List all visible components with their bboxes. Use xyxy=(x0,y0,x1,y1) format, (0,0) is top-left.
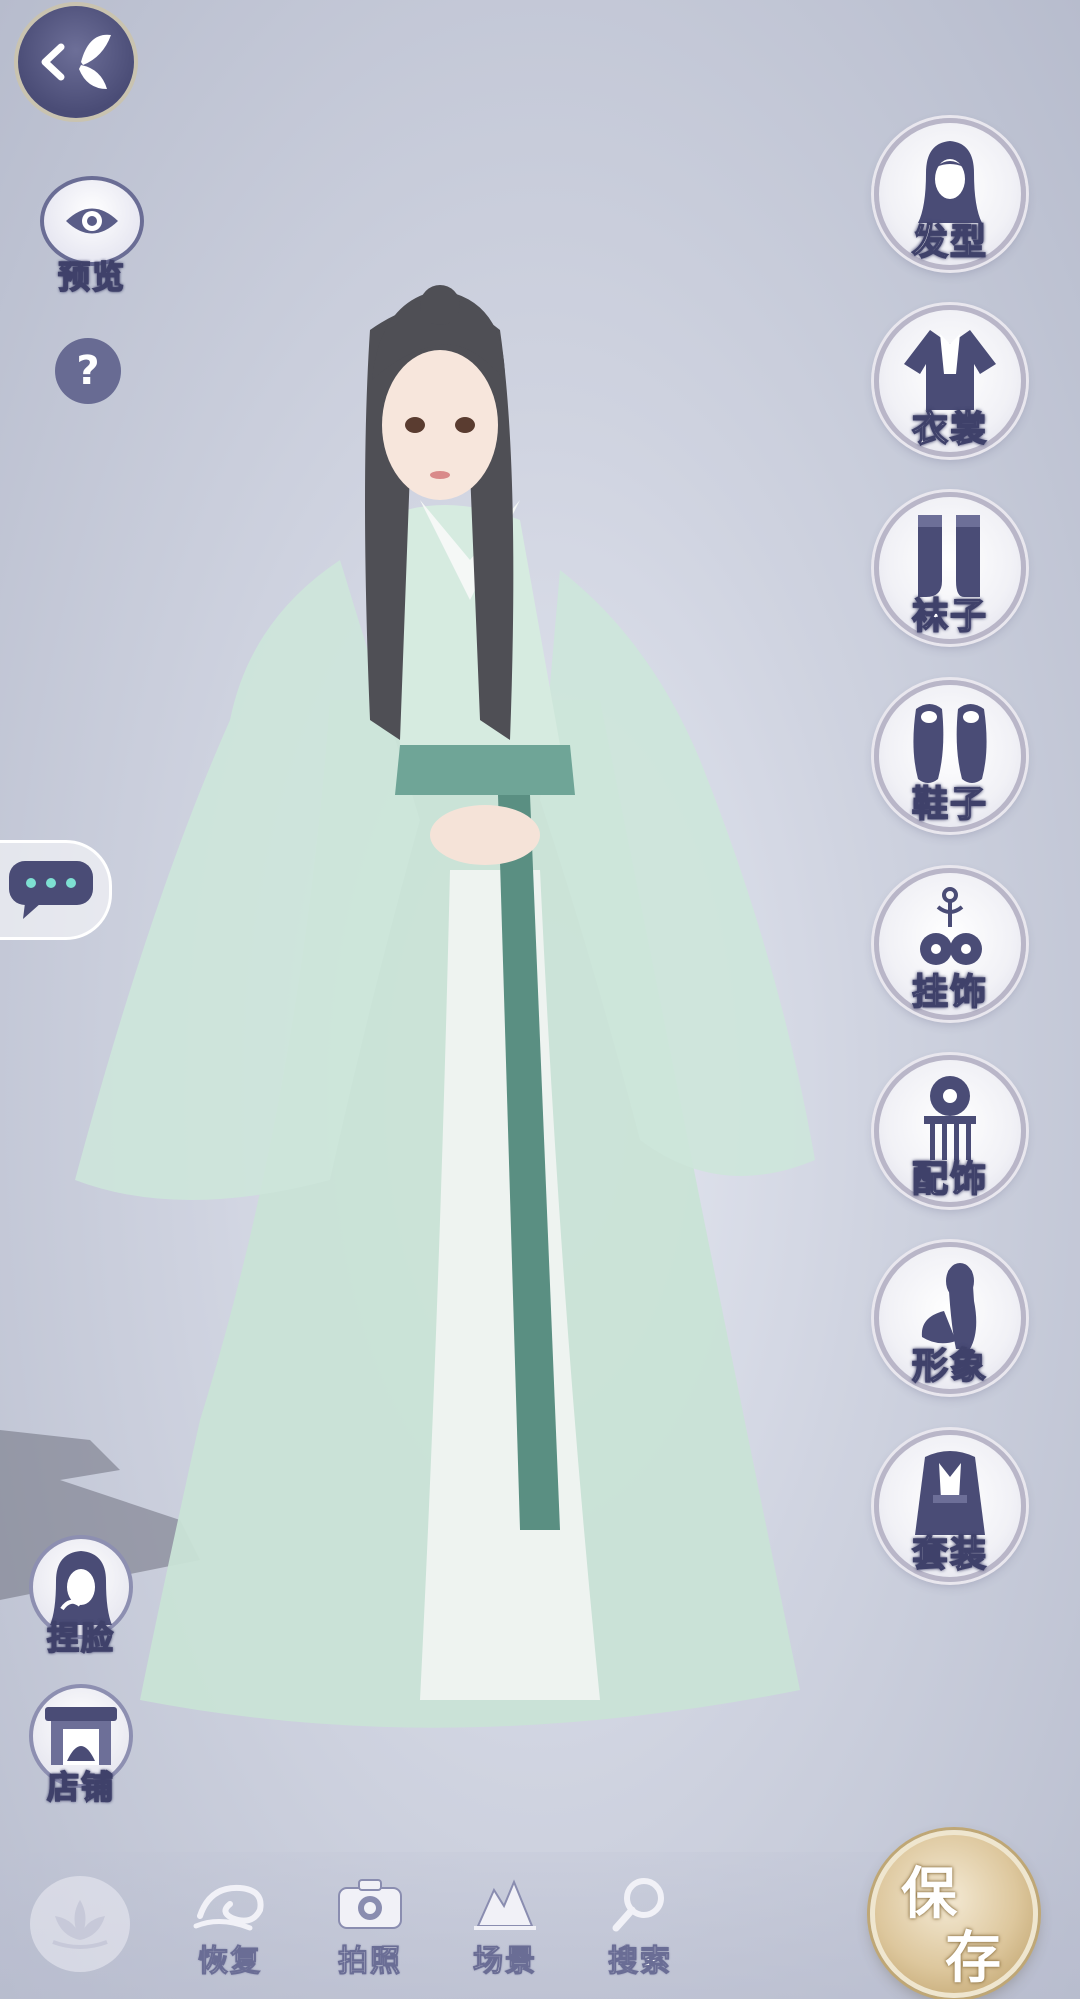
search-button[interactable]: 搜索 xyxy=(585,1876,695,1980)
chat-bubble-icon xyxy=(9,861,93,919)
search-icon xyxy=(612,1878,664,1932)
category-accessory[interactable]: 配饰 xyxy=(874,1055,1034,1215)
shop-label: 店铺 xyxy=(46,1767,115,1807)
help-button[interactable]: ? xyxy=(55,338,121,404)
category-hairstyle[interactable]: 发型 xyxy=(874,118,1034,278)
search-label: 搜索 xyxy=(608,1944,672,1980)
lotus-button[interactable] xyxy=(30,1876,130,1972)
preview-button[interactable]: 预览 xyxy=(38,176,146,298)
shop-button[interactable]: 店铺 xyxy=(26,1684,136,1834)
back-button[interactable] xyxy=(14,2,138,122)
photo-button[interactable]: 拍照 xyxy=(315,1876,425,1980)
face-edit-label: 捏脸 xyxy=(46,1618,115,1658)
lotus-icon xyxy=(52,1900,108,1949)
face-edit-button[interactable]: 捏脸 xyxy=(26,1535,136,1685)
category-pendant[interactable]: 挂饰 xyxy=(874,868,1034,1028)
scene-button[interactable]: 场景 xyxy=(450,1876,560,1980)
category-socks[interactable]: 袜子 xyxy=(874,492,1034,652)
back-butterfly-icon xyxy=(41,34,111,89)
restore-label: 恢复 xyxy=(198,1944,262,1980)
photo-label: 拍照 xyxy=(338,1944,402,1980)
restore-icon xyxy=(193,1884,264,1931)
preview-label: 预览 xyxy=(57,257,126,297)
shop-icon xyxy=(45,1707,117,1765)
scene-icon xyxy=(474,1879,536,1930)
category-shoes[interactable]: 鞋子 xyxy=(874,680,1034,840)
scene-label: 场景 xyxy=(473,1944,537,1980)
chat-button[interactable] xyxy=(0,840,112,940)
restore-button[interactable]: 恢复 xyxy=(175,1876,285,1980)
category-outfit-set[interactable]: 套装 xyxy=(874,1430,1034,1590)
eye-icon xyxy=(66,208,118,234)
camera-icon xyxy=(338,1879,402,1929)
category-appearance[interactable]: 形象 xyxy=(874,1242,1034,1402)
save-char-2: 存 xyxy=(945,1925,1001,1991)
category-clothing[interactable]: 衣裳 xyxy=(874,305,1034,465)
save-button[interactable]: 保 存 xyxy=(870,1830,1038,1998)
